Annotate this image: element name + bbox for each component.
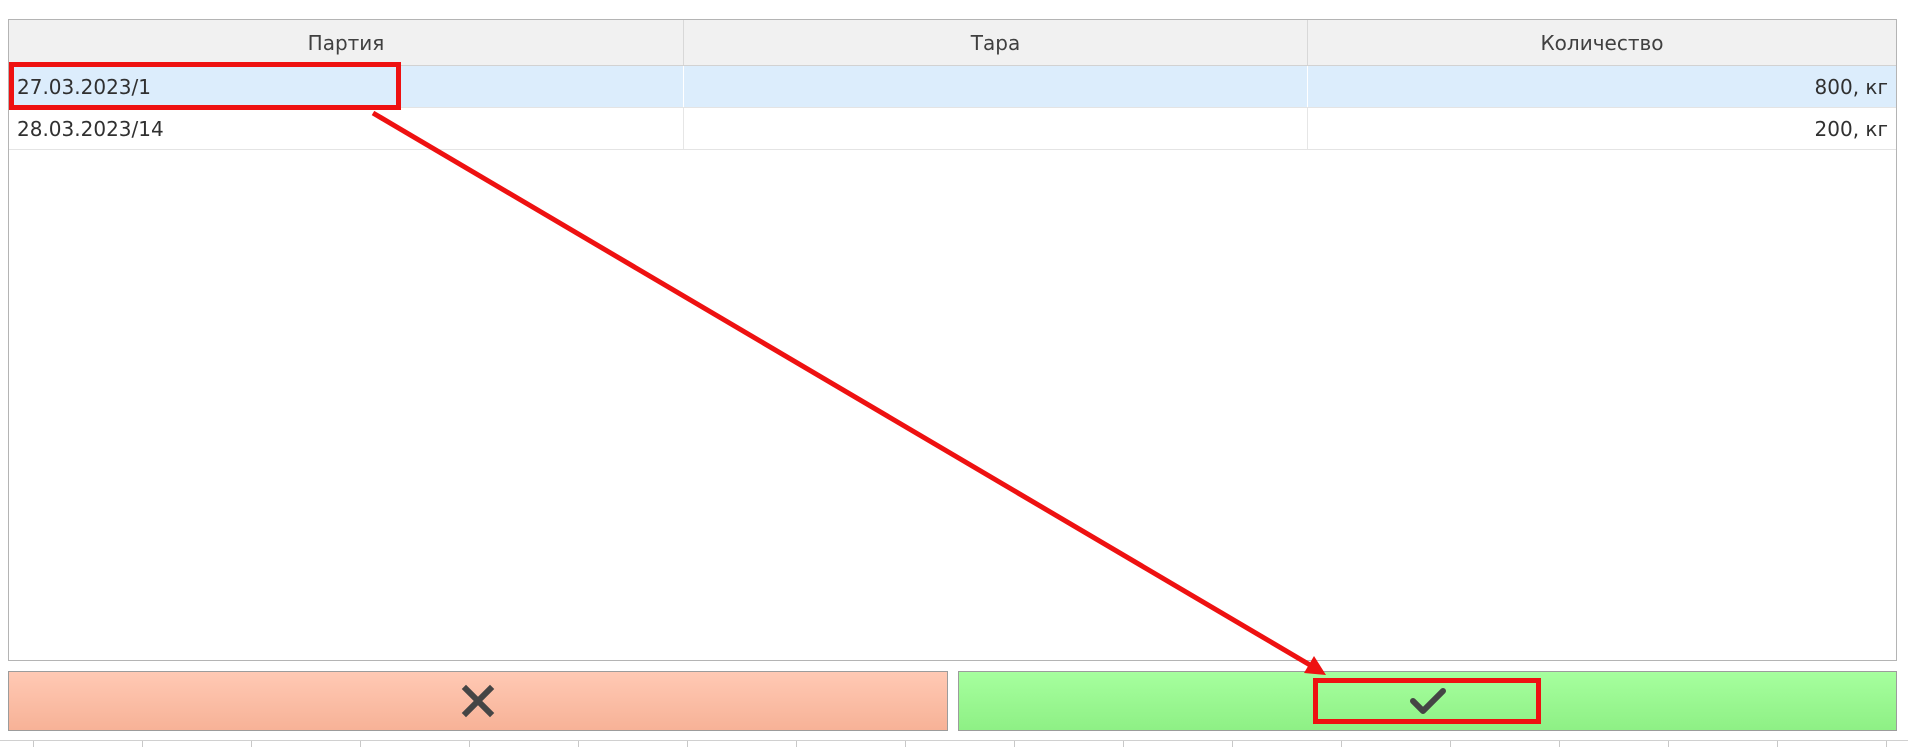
highlight-box-confirm — [1313, 678, 1541, 724]
bottom-ruler — [0, 740, 1908, 747]
highlight-box-batch — [9, 62, 401, 110]
cell-tare — [684, 66, 1308, 107]
close-icon — [461, 684, 495, 718]
cell-quantity: 800, кг — [1814, 74, 1888, 99]
batch-table: Партия Тара Количество 27.03.2023/1 800,… — [8, 19, 1897, 661]
table-header: Партия Тара Количество — [9, 20, 1896, 66]
cell-tare — [684, 108, 1308, 149]
column-header-quantity[interactable]: Количество — [1308, 20, 1896, 65]
column-header-tare[interactable]: Тара — [684, 20, 1308, 65]
cell-quantity: 200, кг — [1814, 116, 1888, 141]
cancel-button[interactable] — [8, 671, 948, 731]
table-row[interactable]: 28.03.2023/14 200, кг — [9, 108, 1896, 150]
cell-batch: 28.03.2023/14 — [9, 108, 684, 149]
batch-selection-dialog: Партия Тара Количество 27.03.2023/1 800,… — [0, 0, 1908, 747]
column-header-batch[interactable]: Партия — [9, 20, 684, 65]
